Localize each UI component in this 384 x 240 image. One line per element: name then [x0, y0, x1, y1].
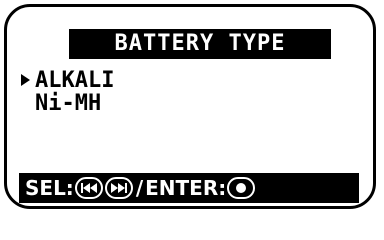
lcd-screen: BATTERY TYPE ALKALI Ni-MH SEL: / ENTER:	[4, 4, 376, 209]
battery-type-menu: ALKALI Ni-MH	[21, 69, 321, 115]
key-guide-bar: SEL: / ENTER:	[19, 173, 359, 203]
menu-item-alkali[interactable]: ALKALI	[21, 69, 321, 92]
record-button-icon	[227, 177, 256, 199]
menu-item-label: ALKALI	[35, 68, 115, 93]
rewind-button-icon	[74, 177, 103, 199]
selection-cursor-icon	[21, 74, 30, 86]
screen-title: BATTERY TYPE	[69, 29, 331, 59]
fast-forward-button-icon	[104, 177, 133, 199]
enter-hint-label: ENTER:	[145, 176, 227, 200]
key-guide-separator: /	[135, 176, 144, 200]
select-hint-label: SEL:	[25, 176, 74, 200]
menu-item-label: Ni-MH	[35, 91, 102, 116]
menu-item-ni-mh[interactable]: Ni-MH	[21, 92, 321, 115]
